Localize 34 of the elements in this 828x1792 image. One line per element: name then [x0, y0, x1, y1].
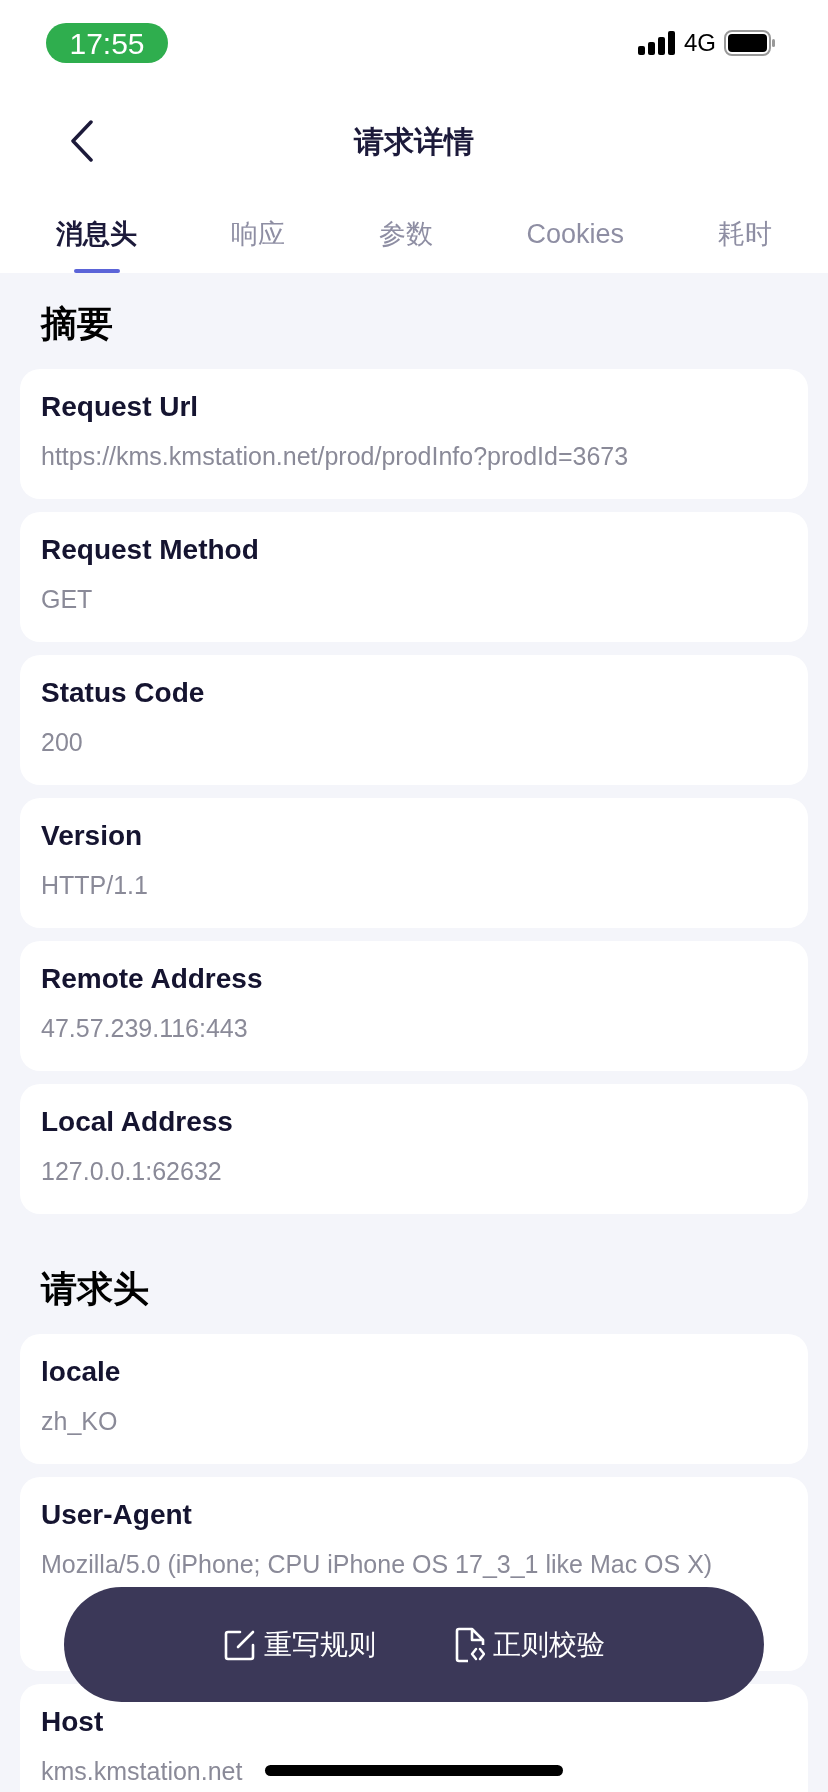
- tab[interactable]: 消息头: [56, 196, 137, 273]
- network-label: 4G: [684, 28, 716, 58]
- field-name: Request Method: [41, 533, 259, 567]
- field-name: locale: [41, 1355, 121, 1389]
- action-button[interactable]: 正则校验: [454, 1623, 605, 1666]
- battery-icon: [724, 30, 776, 56]
- tab[interactable]: 参数: [378, 196, 433, 273]
- field-name: Host: [41, 1705, 104, 1739]
- field-name: Request Url: [41, 390, 199, 424]
- field-value: 200: [41, 727, 83, 758]
- section-heading: 摘要: [39, 302, 114, 346]
- tab[interactable]: 耗时: [718, 196, 772, 273]
- edit-icon: [223, 1628, 256, 1661]
- field-value: zh_KO: [41, 1406, 118, 1437]
- field-value: https://kms.kmstation.net/prod/prodInfo?prodId=3673: [41, 441, 629, 472]
- field-value: 47.57.239.116:443: [41, 1013, 248, 1044]
- status-time: 17:55: [46, 23, 168, 63]
- field-name: Remote Address: [41, 962, 263, 996]
- field-value: Mozilla/5.0 (iPhone; CPU iPhone OS 17_3_1 like Mac OS X): [41, 1549, 713, 1580]
- page-title: 请求详情: [354, 123, 474, 160]
- tab[interactable]: 响应: [230, 196, 285, 273]
- file-code-icon: [454, 1626, 485, 1663]
- action-button[interactable]: 重写规则: [223, 1623, 376, 1666]
- field-name: Local Address: [41, 1105, 233, 1139]
- section-heading: 请求头: [39, 1267, 150, 1311]
- signal-icon: [638, 31, 676, 55]
- field-value: 127.0.0.1:62632: [41, 1156, 222, 1187]
- field-name: Status Code: [41, 676, 205, 710]
- tab[interactable]: Cookies: [526, 196, 625, 273]
- field-name: User-Agent: [41, 1498, 192, 1532]
- field-value: HTTP/1.1: [41, 870, 148, 901]
- field-name: Version: [41, 819, 143, 853]
- field-value: kms.kmstation.net: [41, 1756, 243, 1787]
- field-value: GET: [41, 584, 93, 615]
